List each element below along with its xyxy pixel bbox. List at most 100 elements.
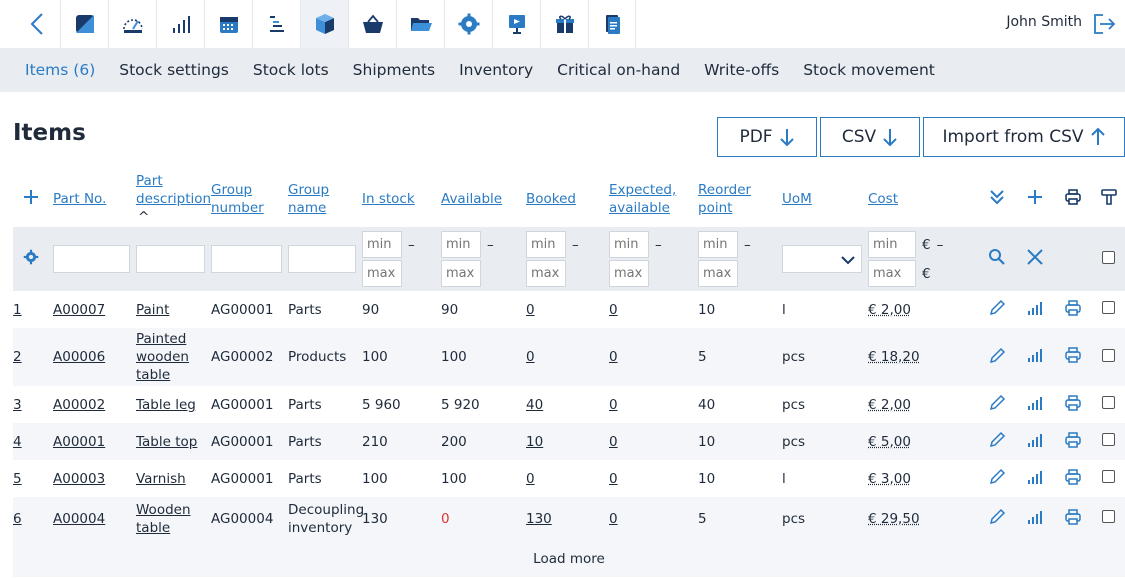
plus-icon[interactable] xyxy=(23,189,39,205)
in-stock-header[interactable]: In stock xyxy=(362,170,441,227)
group-name-header-line1[interactable]: Group xyxy=(288,182,329,198)
reorder-max-input[interactable] xyxy=(698,260,738,287)
app-warehouse[interactable] xyxy=(300,0,348,48)
description-link-line1[interactable]: Painted xyxy=(136,331,186,347)
expected-link[interactable]: 0 xyxy=(609,349,618,365)
description-link[interactable]: Varnish xyxy=(136,471,186,487)
reorder-min-input[interactable] xyxy=(698,231,738,258)
cost-link[interactable]: € 3,00 xyxy=(868,471,911,487)
booked-header[interactable]: Booked xyxy=(526,170,609,227)
description-filter-input[interactable] xyxy=(136,245,205,273)
app-basket[interactable] xyxy=(348,0,396,48)
description-link[interactable]: Table leg xyxy=(136,397,196,413)
app-calendar[interactable] xyxy=(204,0,252,48)
row-checkbox[interactable] xyxy=(1102,348,1115,362)
gear-icon[interactable] xyxy=(23,249,39,265)
in-stock-header-label[interactable]: In stock xyxy=(362,191,415,207)
cost-min-input[interactable] xyxy=(868,231,916,258)
tab-stock-lots[interactable]: Stock lots xyxy=(241,61,341,79)
uom-filter-select[interactable] xyxy=(782,245,862,273)
available-header-label[interactable]: Available xyxy=(441,191,502,207)
import-csv-button[interactable]: Import from CSV xyxy=(923,117,1125,157)
app-gantt[interactable] xyxy=(252,0,300,48)
app-folder[interactable] xyxy=(396,0,444,48)
part-no-link[interactable]: A00002 xyxy=(53,397,105,413)
part-description-header-line1[interactable]: Part xyxy=(136,173,163,189)
pencil-icon[interactable] xyxy=(989,468,1006,485)
printer-icon[interactable] xyxy=(1064,508,1082,526)
double-chevron-down-icon[interactable] xyxy=(989,188,1005,206)
select-all-checkbox[interactable] xyxy=(1102,250,1115,264)
reorder-header-line1[interactable]: Reorder xyxy=(698,182,751,198)
booked-link[interactable]: 0 xyxy=(526,302,535,318)
printer-icon[interactable] xyxy=(1064,346,1082,364)
description-link-line1[interactable]: Wooden xyxy=(136,502,191,518)
logout-icon[interactable] xyxy=(1089,10,1117,38)
booked-link[interactable]: 130 xyxy=(526,511,552,527)
app-settings[interactable] xyxy=(444,0,492,48)
cost-link[interactable]: € 2,00 xyxy=(868,302,911,318)
in-stock-min-input[interactable] xyxy=(362,231,402,258)
description-link-line2[interactable]: table xyxy=(136,520,170,536)
signal-bars-icon[interactable] xyxy=(1027,433,1043,447)
part-description-header-line2[interactable]: description xyxy=(136,191,211,207)
signal-bars-icon[interactable] xyxy=(1027,470,1043,484)
expected-link[interactable]: 0 xyxy=(609,302,618,318)
in-stock-max-input[interactable] xyxy=(362,260,402,287)
tab-write-offs[interactable]: Write-offs xyxy=(692,61,791,79)
search-icon[interactable] xyxy=(988,248,1006,266)
cost-link[interactable]: € 18,20 xyxy=(868,349,920,365)
group-name-header[interactable]: Group name xyxy=(288,170,362,227)
csv-button[interactable]: CSV xyxy=(820,117,920,157)
row-checkbox[interactable] xyxy=(1102,433,1115,446)
part-description-header[interactable]: Part description ^ xyxy=(136,170,211,227)
booked-min-input[interactable] xyxy=(526,231,566,258)
booked-link[interactable]: 40 xyxy=(526,397,543,413)
booked-max-input[interactable] xyxy=(526,260,566,287)
part-no-link[interactable]: A00003 xyxy=(53,471,105,487)
part-no-header[interactable]: Part No. xyxy=(53,170,136,227)
part-no-link[interactable]: A00001 xyxy=(53,434,105,450)
description-link-line3[interactable]: table xyxy=(136,367,170,383)
expected-max-input[interactable] xyxy=(609,260,649,287)
plus-icon[interactable] xyxy=(1027,189,1043,205)
tab-items[interactable]: Items (6) xyxy=(13,61,107,79)
description-link[interactable]: Paint xyxy=(136,302,169,318)
row-number-link[interactable]: 1 xyxy=(13,302,22,318)
description-link[interactable]: Table top xyxy=(136,434,197,450)
group-name-filter-input[interactable] xyxy=(288,245,356,273)
printer-icon[interactable] xyxy=(1064,431,1082,449)
printer-icon[interactable] xyxy=(1064,394,1082,412)
printer-icon[interactable] xyxy=(1064,299,1082,317)
cost-max-input[interactable] xyxy=(868,260,916,287)
group-number-header-line1[interactable]: Group xyxy=(211,182,252,198)
row-checkbox[interactable] xyxy=(1102,470,1115,483)
description-link-line2[interactable]: wooden xyxy=(136,349,189,365)
row-number-link[interactable]: 5 xyxy=(13,471,22,487)
expected-available-header[interactable]: Expected, available xyxy=(609,170,698,227)
user-name[interactable]: John Smith xyxy=(1006,14,1082,30)
tab-critical-on-hand[interactable]: Critical on-hand xyxy=(545,61,692,79)
tab-stock-settings[interactable]: Stock settings xyxy=(107,61,241,79)
booked-link[interactable]: 0 xyxy=(526,471,535,487)
group-number-header-line2[interactable]: number xyxy=(211,200,264,216)
part-no-link[interactable]: A00007 xyxy=(53,302,105,318)
app-speedometer[interactable] xyxy=(108,0,156,48)
pencil-icon[interactable] xyxy=(989,347,1006,364)
expected-link[interactable]: 0 xyxy=(609,397,618,413)
part-no-filter-input[interactable] xyxy=(53,245,130,273)
group-number-header[interactable]: Group number xyxy=(211,170,288,227)
expected-link[interactable]: 0 xyxy=(609,434,618,450)
group-name-header-line2[interactable]: name xyxy=(288,200,326,216)
row-checkbox[interactable] xyxy=(1102,301,1115,314)
cost-link[interactable]: € 29,50 xyxy=(868,511,920,527)
row-number-link[interactable]: 6 xyxy=(13,511,22,527)
tab-shipments[interactable]: Shipments xyxy=(341,61,447,79)
available-header[interactable]: Available xyxy=(441,170,526,227)
expected-header-line1[interactable]: Expected, xyxy=(609,182,676,198)
booked-header-label[interactable]: Booked xyxy=(526,191,576,207)
booked-link[interactable]: 10 xyxy=(526,434,543,450)
uom-header[interactable]: UoM xyxy=(782,170,868,227)
row-number-link[interactable]: 4 xyxy=(13,434,22,450)
printer-icon[interactable] xyxy=(1064,188,1082,206)
